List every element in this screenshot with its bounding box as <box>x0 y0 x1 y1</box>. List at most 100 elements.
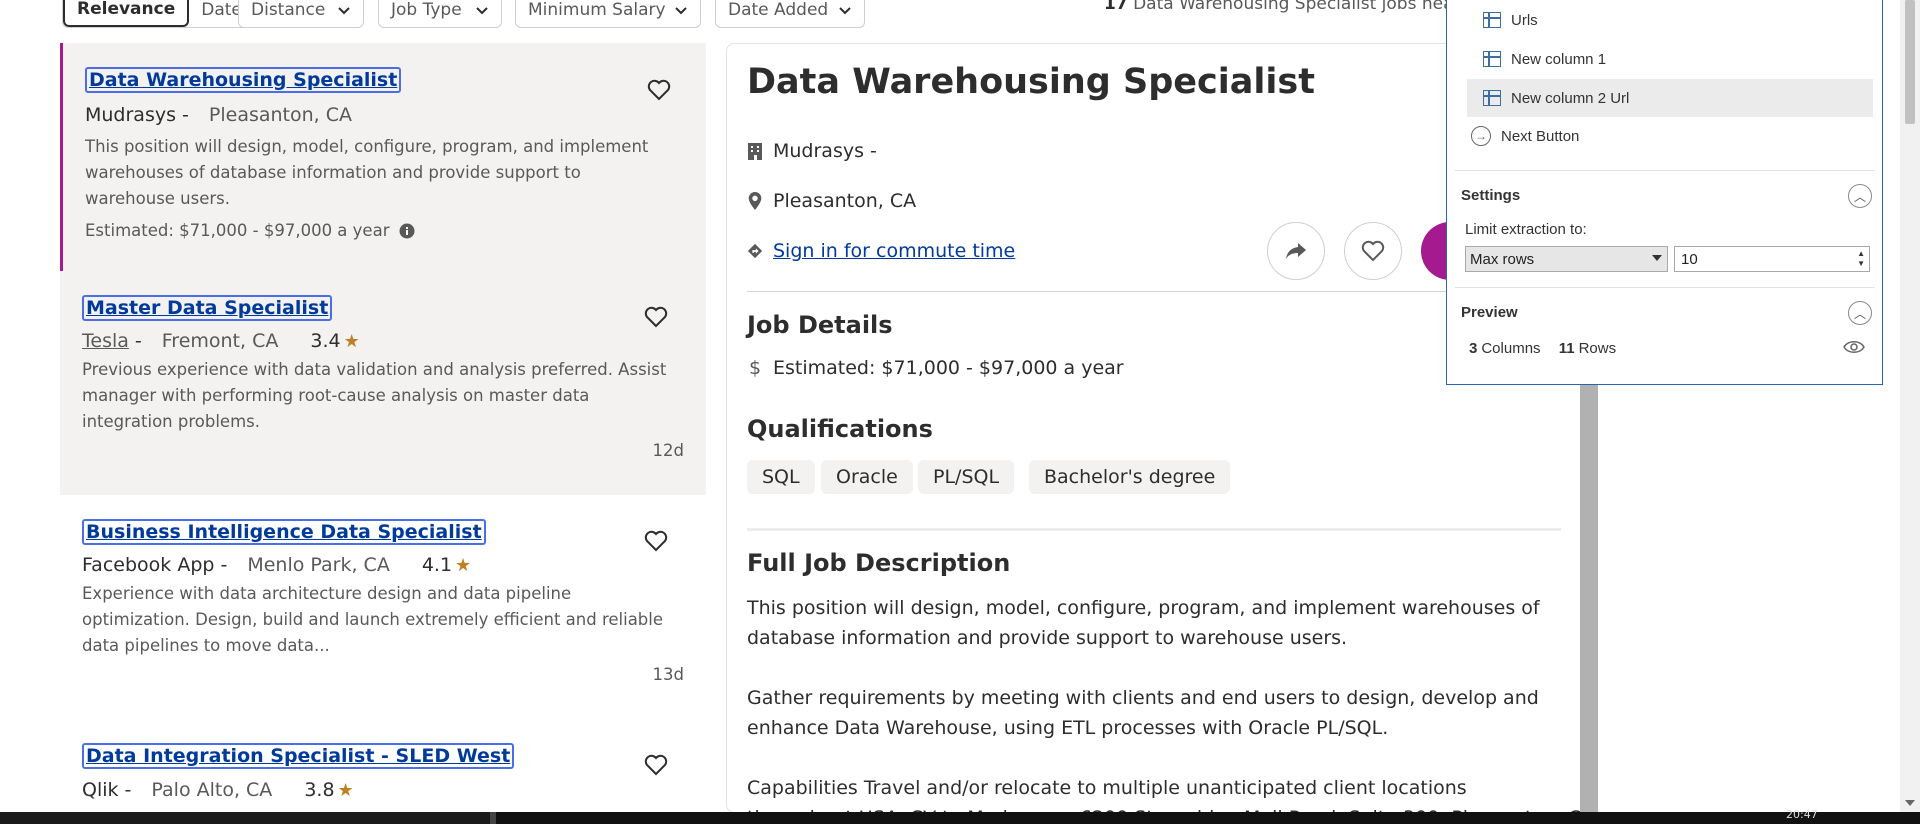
company-location: Facebook App - Menlo Park, CA 4.1 ★ <box>82 554 471 576</box>
company-name: Facebook App - <box>82 554 228 576</box>
job-title-link[interactable]: Business Intelligence Data Specialist <box>82 519 486 545</box>
job-title-link[interactable]: Data Warehousing Specialist <box>85 67 402 93</box>
settings-collapse-button[interactable]: ︿ <box>1848 184 1872 208</box>
preview-heading: Preview <box>1461 304 1518 321</box>
minimum-salary-filter[interactable]: Minimum Salary <box>515 0 701 28</box>
panel-item-new-column-2-url[interactable]: New column 2 Url <box>1467 79 1873 117</box>
columns-label: Columns <box>1481 340 1541 357</box>
qualification-chip: Bachelor's degree <box>1029 460 1231 494</box>
star-icon: ★ <box>455 554 472 576</box>
commute-time-link[interactable]: Sign in for commute time <box>773 240 1015 262</box>
rating-value: 4.1 <box>421 554 453 576</box>
company-location: Mudrasys - Pleasanton, CA <box>85 104 352 126</box>
share-button[interactable] <box>1267 222 1325 280</box>
company-rating: 4.1 ★ <box>422 554 471 576</box>
panel-item-label: Urls <box>1511 11 1538 29</box>
rating-value: 3.4 <box>310 330 341 352</box>
job-location: Menlo Park, CA <box>247 554 390 576</box>
rows-count: 11 <box>1558 340 1575 357</box>
panel-item-new-column-1[interactable]: New column 1 <box>1467 40 1873 78</box>
rows-label: Rows <box>1578 340 1617 357</box>
limit-mode-select[interactable]: Max rows <box>1465 246 1668 272</box>
chevron-up-icon: ︿ <box>1853 189 1866 204</box>
taskbar-search[interactable] <box>0 812 490 824</box>
job-snippet: This position will design, model, config… <box>85 137 649 208</box>
chevron-down-icon <box>675 6 687 14</box>
job-results-list: Data Warehousing Specialist Mudrasys - P… <box>60 43 706 813</box>
save-job-button[interactable] <box>1344 222 1402 280</box>
next-arrow-icon: → <box>1471 126 1491 146</box>
company-location: Tesla - Fremont, CA 3.4 ★ <box>82 330 360 352</box>
chevron-down-icon <box>476 6 488 14</box>
salary-estimate: Estimated: $71,000 - $97,000 a year <box>85 221 415 240</box>
company-rating: 3.4 ★ <box>310 330 359 352</box>
taskbar-divider <box>490 812 496 824</box>
job-snippet: Previous experience with data validation… <box>82 360 667 431</box>
posted-age: 12d <box>652 441 684 460</box>
preview-collapse-button[interactable]: ︿ <box>1848 301 1872 325</box>
dropdown-arrow-icon <box>1652 255 1662 261</box>
job-detail-title: Data Warehousing Specialist <box>747 62 1315 102</box>
minimum-salary-filter-label: Minimum Salary <box>528 0 666 20</box>
sort-relevance-button[interactable]: Relevance <box>63 0 190 27</box>
heart-icon[interactable] <box>647 79 671 101</box>
chevron-up-icon: ︿ <box>1853 306 1866 321</box>
info-icon[interactable] <box>399 223 415 239</box>
detail-salary-row: $ Estimated: $71,000 - $97,000 a year <box>747 357 1124 379</box>
scrollbar-thumb[interactable] <box>1905 0 1915 124</box>
description-paragraph: This position will design, model, config… <box>747 597 1540 649</box>
heart-icon <box>1361 240 1385 262</box>
job-card[interactable]: Data Warehousing Specialist Mudrasys - P… <box>60 43 706 271</box>
company-link[interactable]: Tesla <box>82 330 129 352</box>
panel-item-label: New column 1 <box>1511 50 1607 68</box>
distance-filter-label: Distance <box>251 0 326 20</box>
dollar-icon: $ <box>748 357 762 379</box>
eye-icon[interactable] <box>1843 339 1865 355</box>
heart-icon[interactable] <box>644 306 668 328</box>
date-added-filter[interactable]: Date Added <box>715 0 865 28</box>
star-icon: ★ <box>343 330 360 352</box>
job-title-link[interactable]: Master Data Specialist <box>82 295 333 321</box>
table-icon <box>1483 51 1501 67</box>
job-title-link[interactable]: Data Integration Specialist - SLED West <box>82 743 515 769</box>
job-count-text: 17 Data Warehousing Specialist jobs near… <box>1104 0 1477 14</box>
panel-item-next-button[interactable]: → Next Button <box>1455 117 1861 155</box>
table-icon <box>1483 12 1501 28</box>
limit-value-input[interactable]: 10 ▲ ▼ <box>1674 246 1870 272</box>
qualification-chip: Oracle <box>821 460 913 494</box>
extraction-panel: Urls New column 1 New column 2 Url → Nex… <box>1446 0 1883 385</box>
job-card[interactable]: Data Integration Specialist - SLED West … <box>60 719 706 813</box>
commute-row: Sign in for commute time <box>747 240 1015 262</box>
limit-label: Limit extraction to: <box>1465 221 1587 238</box>
job-details-heading: Job Details <box>747 311 893 339</box>
detail-company-name: Mudrasys - <box>773 140 877 162</box>
taskbar-clock: 20:47 <box>1786 808 1818 821</box>
company-location: Qlik - Palo Alto, CA 3.8 ★ <box>82 779 354 801</box>
job-type-filter-label: Job Type <box>391 0 462 20</box>
taskbar: 20:47 <box>0 808 1920 824</box>
location-pin-icon <box>748 192 762 210</box>
description-paragraph: Capabilities Travel and/or relocate to m… <box>747 777 1467 799</box>
job-card[interactable]: Master Data Specialist Tesla - Fremont, … <box>60 271 706 495</box>
star-icon: ★ <box>337 779 354 801</box>
building-icon <box>748 143 762 160</box>
date-added-filter-label: Date Added <box>728 0 829 20</box>
divider <box>1455 287 1875 288</box>
spinner-arrows-icon[interactable]: ▲ ▼ <box>1857 249 1865 269</box>
divider <box>747 528 1561 531</box>
qualifications-heading: Qualifications <box>747 415 933 443</box>
heart-icon[interactable] <box>644 754 668 776</box>
detail-salary: Estimated: $71,000 - $97,000 a year <box>773 357 1124 379</box>
page-scrollbar[interactable] <box>1900 0 1920 812</box>
job-type-filter[interactable]: Job Type <box>378 0 502 28</box>
heart-icon[interactable] <box>644 530 668 552</box>
distance-filter[interactable]: Distance <box>238 0 364 28</box>
divider <box>747 291 1561 292</box>
scroll-down-arrow-icon[interactable] <box>1905 800 1915 806</box>
job-card[interactable]: Business Intelligence Data Specialist Fa… <box>60 495 706 719</box>
settings-heading: Settings <box>1461 187 1521 204</box>
qualification-chip: SQL <box>747 460 815 494</box>
full-description-heading: Full Job Description <box>747 549 1011 577</box>
panel-item-urls[interactable]: Urls <box>1467 1 1873 39</box>
job-location: Palo Alto, CA <box>151 779 273 801</box>
